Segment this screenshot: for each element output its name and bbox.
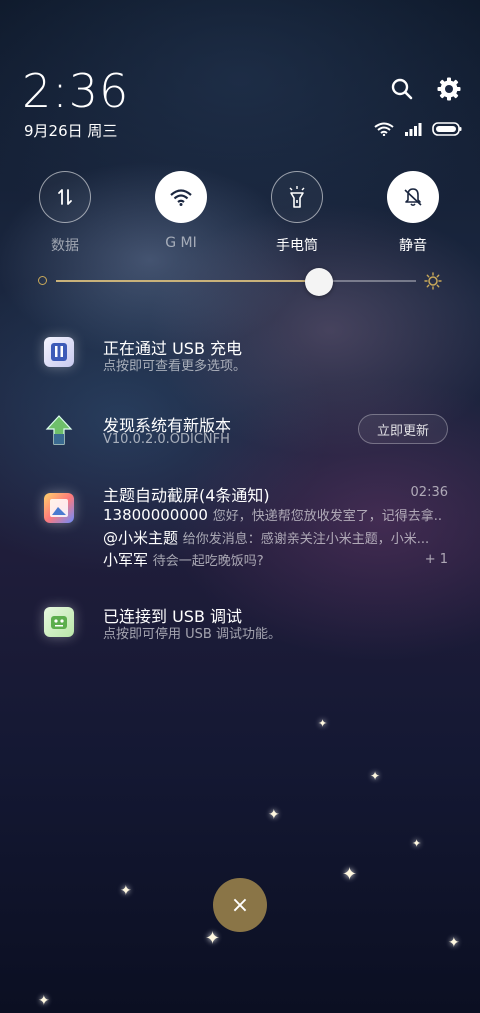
message-sender: 小军军 (103, 551, 149, 569)
brightness-high-sun-icon (424, 272, 442, 294)
message-text: 给你发消息：感谢亲关注小米主题，小米... (182, 532, 430, 547)
flashlight-icon[interactable] (271, 171, 323, 223)
message-text: 待会一起吃晚饭吗? (152, 554, 264, 569)
notification-title: 主题自动截屏(4条通知) (103, 486, 270, 505)
star-decoration: ✦ (120, 883, 132, 899)
brightness-track[interactable] (56, 280, 416, 282)
theme-app-icon (44, 493, 74, 523)
search-icon[interactable] (389, 76, 415, 102)
star-decoration: ✦ (38, 993, 50, 1009)
toggle-flashlight[interactable]: 手电筒 (257, 171, 337, 255)
battery-icon (432, 121, 462, 140)
toggle-label: 静音 (399, 238, 427, 254)
settings-gear-icon[interactable] (436, 76, 462, 102)
update-now-button[interactable]: 立即更新 (358, 414, 448, 444)
notification-usb-debug[interactable]: 已连接到 USB 调试 点按即可停用 USB 调试功能。 (0, 598, 480, 648)
more-count-badge: + 1 (424, 552, 448, 567)
cellular-signal-icon (404, 121, 422, 140)
brightness-low-icon (38, 276, 47, 285)
star-decoration: ✦ (318, 717, 328, 730)
toggle-silent[interactable]: 静音 (373, 171, 453, 255)
wifi-status-icon (374, 121, 394, 140)
toggle-label: 手电筒 (276, 238, 318, 254)
star-decoration: ✦ (342, 864, 358, 885)
notification-system-update[interactable]: 发现系统有新版本 V10.0.2.0.ODICNFH 立即更新 (0, 406, 480, 456)
toggle-wifi[interactable]: G MI (141, 171, 221, 251)
message-sender: @小米主题 (103, 529, 179, 547)
android-debug-icon (44, 607, 74, 637)
date[interactable]: 9月26日 周三 (24, 120, 117, 141)
message-sender: 13800000000 (103, 506, 208, 524)
wifi-icon[interactable] (155, 171, 207, 223)
update-arrow-icon (44, 414, 74, 445)
notification-subtitle: 点按即可查看更多选项。 (103, 359, 247, 374)
message-text: 您好，快递帮您放收发室了，记得去拿... (212, 509, 443, 524)
star-decoration: ✦ (412, 837, 422, 850)
toggle-label: 数据 (51, 238, 79, 254)
message-line: 13800000000 您好，快递帮您放收发室了，记得去拿... (103, 505, 443, 524)
star-decoration: ✦ (370, 769, 381, 783)
brightness-thumb[interactable] (304, 268, 333, 296)
notification-subtitle: 点按即可停用 USB 调试功能。 (103, 627, 281, 642)
clock[interactable]: 2:36 (22, 64, 129, 118)
toggle-mobile-data[interactable]: 数据 (25, 171, 105, 255)
notification-usb-charging[interactable]: 正在通过 USB 充电 点按即可查看更多选项。 (0, 330, 480, 380)
notification-theme-screenshots[interactable]: 主题自动截屏(4条通知) 02:36 13800000000 您好，快递帮您放收… (0, 480, 480, 576)
usb-app-icon (44, 337, 74, 367)
star-decoration: ✦ (205, 928, 221, 949)
bell-off-icon[interactable] (387, 171, 439, 223)
notification-time: 02:36 (410, 485, 448, 500)
star-decoration: ✦ (448, 935, 460, 951)
brightness-fill (56, 280, 319, 282)
notification-subtitle: V10.0.2.0.ODICNFH (103, 432, 230, 447)
star-decoration: ✦ (268, 807, 280, 823)
clear-all-close-button[interactable]: × (213, 878, 267, 932)
toggle-label: G MI (165, 235, 197, 251)
brightness-slider[interactable] (0, 266, 480, 298)
message-line: @小米主题 给你发消息：感谢亲关注小米主题，小米... (103, 527, 443, 548)
data-arrows-icon[interactable] (39, 171, 91, 223)
status-bar-icons (374, 121, 462, 140)
message-line: 小军军 待会一起吃晚饭吗? (103, 549, 443, 570)
